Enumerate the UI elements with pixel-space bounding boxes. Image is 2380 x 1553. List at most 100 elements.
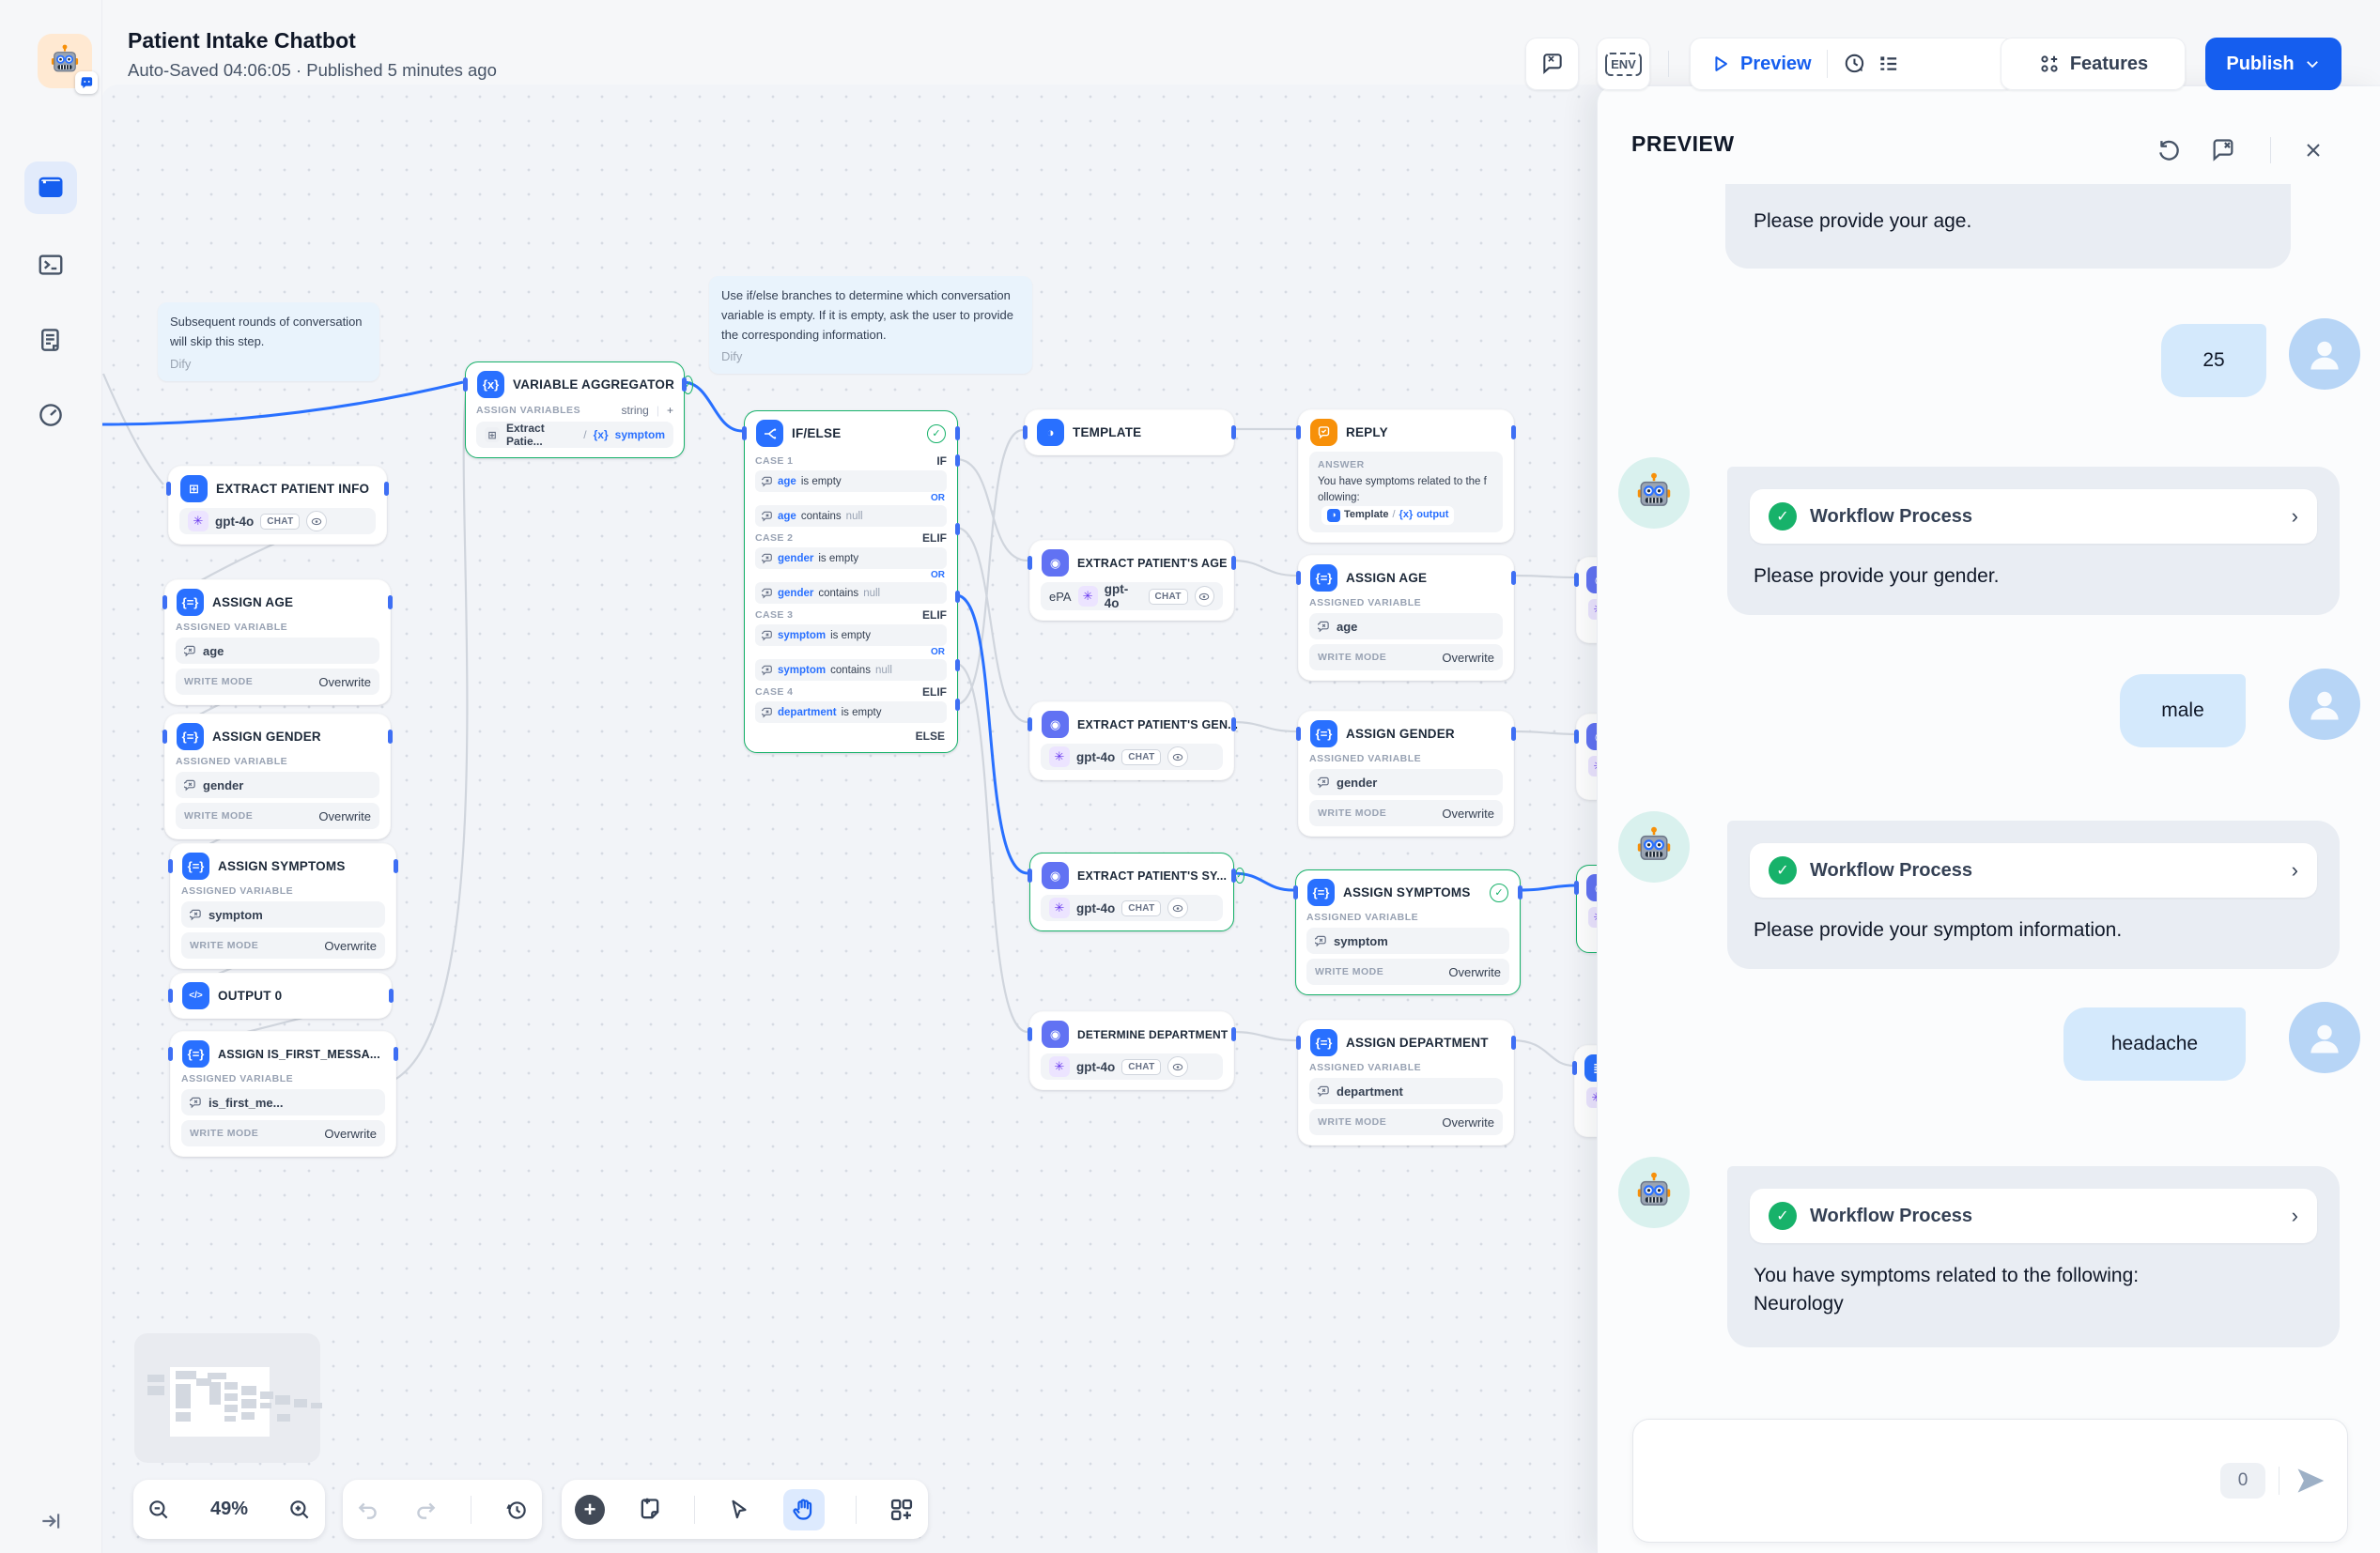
chat-input[interactable]: 0 xyxy=(1632,1419,2348,1543)
sticky-note-ifelse[interactable]: Use if/else branches to determine which … xyxy=(709,276,1032,374)
redo-icon[interactable] xyxy=(413,1498,438,1522)
node-assign-gender-right[interactable]: {=} ASSIGN GENDER ASSIGNED VARIABLE gend… xyxy=(1298,711,1514,837)
conversation-variable-icon xyxy=(190,909,202,921)
zoom-level[interactable]: 49% xyxy=(210,1499,248,1520)
gpt-model-icon: ✳ xyxy=(188,511,209,531)
sidebar-item-logs[interactable] xyxy=(24,314,77,366)
assigner-icon: {=} xyxy=(1310,1029,1337,1056)
node-assign-is-first-message[interactable]: {=} ASSIGN IS_FIRST_MESSA... ASSIGNED VA… xyxy=(170,1031,396,1157)
user-message-age: 25 xyxy=(2161,324,2266,397)
tools-toolbar: + xyxy=(562,1480,928,1539)
add-node-button[interactable]: + xyxy=(575,1495,605,1525)
node-assign-symptoms-left[interactable]: {=} ASSIGN SYMPTOMS ASSIGNED VARIABLE sy… xyxy=(170,843,396,969)
collapse-arrow-icon xyxy=(39,1509,63,1533)
node-assign-symptoms-right[interactable]: {=} ASSIGN SYMPTOMS ✓ ASSIGNED VARIABLE … xyxy=(1295,869,1521,995)
page-subtitle: Auto-Saved 04:06:05 · Published 5 minute… xyxy=(128,60,497,81)
send-icon[interactable] xyxy=(2293,1463,2328,1499)
pointer-icon[interactable] xyxy=(727,1498,751,1522)
note-text: Use if/else branches to determine which … xyxy=(721,286,1020,345)
run-history-icon[interactable] xyxy=(1843,52,1867,76)
llm-icon: ◉ xyxy=(1042,1021,1069,1048)
undo-icon[interactable] xyxy=(356,1498,380,1522)
hand-tool-active[interactable] xyxy=(783,1489,825,1530)
bot-message-gender: ✓ Workflow Process › Please provide your… xyxy=(1727,467,2340,615)
page-title: Patient Intake Chatbot xyxy=(128,28,356,54)
eye-icon xyxy=(1195,586,1214,607)
workflow-process-toggle[interactable]: ✓ Workflow Process › xyxy=(1750,489,2317,544)
canvas-minimap[interactable] xyxy=(134,1333,320,1463)
node-if-else[interactable]: IF/ELSE ✓ CASE 1IF ageis empty OR agecon… xyxy=(744,410,958,753)
zoom-toolbar: 49% xyxy=(133,1480,325,1539)
chevron-right-icon[interactable]: › xyxy=(2292,1204,2298,1228)
conversation-variable-icon xyxy=(1315,935,1327,947)
features-label: Features xyxy=(2070,54,2148,75)
node-output-0[interactable]: </> OUTPUT 0 xyxy=(170,973,392,1019)
annotation-button[interactable] xyxy=(1525,38,1579,90)
document-icon xyxy=(37,326,65,354)
source-node-icon: ⊞ xyxy=(485,427,500,442)
sidebar-item-terminal[interactable] xyxy=(24,238,77,291)
result-line2: Neurology xyxy=(1754,1290,2313,1318)
restart-conversation-button[interactable] xyxy=(2154,135,2184,165)
success-check-icon: ✓ xyxy=(927,424,946,443)
llm-icon: ◉ xyxy=(1042,711,1069,738)
user-message-gender: male xyxy=(2120,674,2246,747)
preview-run-button[interactable]: Preview xyxy=(1740,54,1812,75)
conversation-variable-icon xyxy=(1318,776,1330,789)
chatbot-badge-icon xyxy=(80,76,94,90)
play-icon xyxy=(1710,54,1731,74)
features-button[interactable]: Features xyxy=(2001,38,2186,90)
chevron-right-icon[interactable]: › xyxy=(2292,504,2298,529)
publish-button[interactable]: Publish xyxy=(2205,38,2341,90)
clear-conversation-button[interactable] xyxy=(2208,135,2238,165)
workflow-process-toggle[interactable]: ✓ Workflow Process › xyxy=(1750,843,2317,898)
aggregator-icon: {x} xyxy=(477,371,504,398)
node-assign-gender-left[interactable]: {=} ASSIGN GENDER ASSIGNED VARIABLE gend… xyxy=(164,714,391,839)
env-button[interactable]: ENV xyxy=(1597,38,1650,90)
code-icon: </> xyxy=(182,982,209,1009)
node-determine-department[interactable]: ◉ DETERMINE DEPARTMENT ✳ gpt-4o CHAT xyxy=(1029,1011,1234,1090)
note-author: Dify xyxy=(170,357,367,371)
sidebar-collapse-button[interactable] xyxy=(24,1495,77,1547)
extractor-icon: ⊞ xyxy=(180,475,208,502)
add-variable-button[interactable]: + xyxy=(667,404,673,417)
node-extract-patients-gender[interactable]: ◉ EXTRACT PATIENT'S GEN... ✳ gpt-4o CHAT xyxy=(1029,701,1234,780)
node-assign-age-right[interactable]: {=} ASSIGN AGE ASSIGNED VARIABLE age WRI… xyxy=(1298,555,1514,681)
llm-icon: ◉ xyxy=(1042,549,1069,577)
history-icon[interactable] xyxy=(504,1498,529,1522)
chevron-right-icon[interactable]: › xyxy=(2292,858,2298,883)
eye-icon xyxy=(1167,1056,1188,1077)
robot-icon xyxy=(1633,1172,1675,1213)
node-extract-patient-info[interactable]: ⊞ EXTRACT PATIENT INFO ✳ gpt-4o CHAT xyxy=(168,466,387,545)
auto-layout-icon[interactable] xyxy=(889,1497,915,1523)
workflow-process-toggle[interactable]: ✓ Workflow Process › xyxy=(1750,1189,2317,1243)
node-extract-patients-symptom[interactable]: ◉ EXTRACT PATIENT'S SY... ✓ ✳ gpt-4o CHA… xyxy=(1029,853,1234,931)
assigner-icon: {=} xyxy=(1310,720,1337,747)
node-reply[interactable]: REPLY ANSWER You have symptoms related t… xyxy=(1298,409,1514,543)
bot-message-result: ✓ Workflow Process › You have symptoms r… xyxy=(1727,1166,2340,1347)
node-assign-department[interactable]: {=} ASSIGN DEPARTMENT ASSIGNED VARIABLE … xyxy=(1298,1020,1514,1146)
chat-transcript[interactable]: Please provide your age. 25 ✓ Workflow P… xyxy=(1598,184,2380,1418)
sidebar-item-monitoring[interactable] xyxy=(24,389,77,441)
node-assign-age-left[interactable]: {=} ASSIGN AGE ASSIGNED VARIABLE age WRI… xyxy=(164,579,391,705)
publish-label: Publish xyxy=(2226,54,2294,75)
llm-icon: ◉ xyxy=(1042,862,1069,889)
checklist-icon[interactable] xyxy=(1877,52,1901,76)
conversation-variable-icon xyxy=(184,779,196,792)
node-template[interactable]: ◑ TEMPLATE xyxy=(1025,409,1234,455)
sticky-note-skip[interactable]: Subsequent rounds of conversation will s… xyxy=(158,302,379,381)
assigner-icon: {=} xyxy=(182,1040,209,1068)
add-note-icon[interactable] xyxy=(637,1497,663,1523)
zoom-out-icon[interactable] xyxy=(147,1498,171,1522)
person-icon xyxy=(2304,684,2345,725)
template-ref-icon: ◑ xyxy=(1327,509,1340,522)
preview-group-divider xyxy=(1827,50,1828,78)
sidebar-item-orchestrate[interactable] xyxy=(24,161,77,214)
node-extract-patients-age[interactable]: ◉ EXTRACT PATIENT'S AGE ePA ✳ gpt-4o CHA… xyxy=(1029,540,1234,621)
zoom-in-icon[interactable] xyxy=(287,1498,312,1522)
node-variable-aggregator[interactable]: {x} VARIABLE AGGREGATOR ✓ ASSIGN VARIABL… xyxy=(465,361,685,458)
history-toolbar xyxy=(343,1480,542,1539)
close-icon[interactable] xyxy=(2298,135,2328,165)
chevron-down-icon xyxy=(2304,55,2321,72)
assigner-icon: {=} xyxy=(177,723,204,750)
